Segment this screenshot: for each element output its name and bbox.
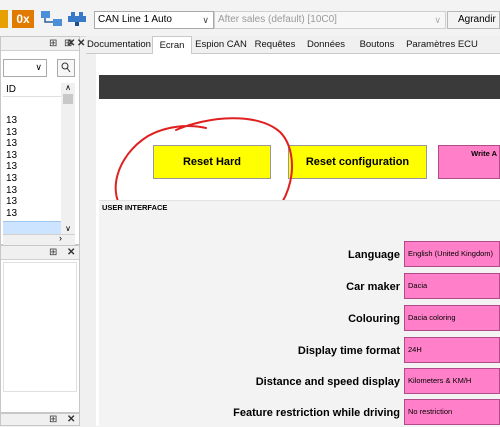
distance-speed-value-field[interactable]: Kilometers & KM/H [404, 368, 500, 394]
session-select[interactable]: After sales (default) [10C0] ∨ [214, 11, 446, 29]
tab-ecran[interactable]: Ecran [152, 36, 192, 54]
tab-espion-can[interactable]: Espion CAN [192, 36, 250, 54]
list-item[interactable]: 13 [3, 185, 61, 197]
car-maker-value-field[interactable]: Dacia [404, 273, 500, 299]
tab-parametres-ecu-label: Paramètres ECU [406, 39, 478, 50]
feature-restriction-value-field[interactable]: No restriction [404, 399, 500, 425]
tab-ecran-label: Ecran [159, 40, 185, 51]
setting-label-car-maker: Car maker [346, 281, 400, 293]
setting-label-feature-restriction: Feature restriction while driving [233, 407, 400, 419]
list-item[interactable]: 13 [3, 138, 61, 150]
setting-label-colouring: Colouring [348, 313, 400, 325]
search-icon[interactable] [57, 59, 75, 77]
output-panel-titlebar: ⊞ ✕ [1, 246, 79, 260]
folder-icon[interactable] [0, 10, 8, 28]
hex-icon-label: 0x [16, 12, 30, 26]
horizontal-scrollbar[interactable]: › [3, 233, 75, 245]
list-item[interactable]: 13 [3, 196, 61, 208]
filter-select[interactable]: ∨ [3, 59, 47, 77]
list-item[interactable]: 13 [3, 173, 61, 185]
chevron-down-icon: ∨ [202, 15, 209, 25]
id-column-header-label: ID [6, 84, 16, 95]
hex-icon[interactable]: 0x [12, 10, 34, 28]
language-value-field[interactable]: English (United Kingdom) [404, 241, 500, 267]
scroll-down-icon[interactable]: ∨ [61, 224, 75, 233]
bottom-panel-titlebar: ⊞ ✕ [0, 413, 80, 426]
tab-parametres-ecu[interactable]: Paramètres ECU [402, 36, 482, 54]
scrollbar-thumb[interactable] [63, 94, 73, 104]
list-item[interactable]: 13 [3, 161, 61, 173]
chevron-down-icon: ∨ [35, 62, 42, 72]
scroll-up-icon[interactable]: ∧ [61, 83, 75, 92]
output-panel: ⊞ ✕ [0, 245, 80, 413]
id-list: 13 13 13 13 13 13 13 13 13 [3, 115, 61, 219]
toolbar: 0x CAN Line 1 Auto ∨ After sales (defaul… [0, 0, 500, 37]
connector-icon[interactable] [66, 10, 88, 28]
tab-espion-can-label: Espion CAN [195, 39, 247, 50]
tab-bar: ⊞ ✕ Documentation Ecran Espion CAN Requê… [64, 36, 500, 54]
setting-label-language: Language [348, 249, 400, 261]
close-icon[interactable]: ✕ [67, 414, 75, 425]
close-icon[interactable]: ✕ [77, 38, 85, 49]
can-line-select[interactable]: CAN Line 1 Auto ∨ [94, 11, 214, 29]
tab-donnees-label: Données [306, 39, 346, 50]
float-icon[interactable]: ⊞ [49, 414, 57, 425]
list-item[interactable]: 13 [3, 150, 61, 162]
enlarge-button[interactable]: Agrandir [447, 11, 500, 29]
float-icon[interactable]: ⊞ [49, 37, 57, 50]
tab-requetes[interactable]: Requêtes [250, 36, 300, 54]
chevron-down-icon: ∨ [434, 15, 441, 25]
network-icon[interactable] [40, 10, 64, 28]
display-time-format-value-field[interactable]: 24H [404, 337, 500, 363]
scrollbar[interactable]: ∧ ∨ [61, 83, 75, 235]
close-icon[interactable]: ✕ [67, 246, 75, 259]
list-item[interactable]: 13 [3, 115, 61, 127]
tab-documentation[interactable]: Documentation [86, 36, 152, 54]
settings-list: Language English (United Kingdom) Car ma… [88, 54, 500, 426]
session-select-value: After sales (default) [10C0] [218, 14, 337, 25]
ecran-content: Reset Hard Reset configuration Write A U… [88, 54, 500, 427]
id-panel: ⊞ ✕ ∨ ID ∧ ∨ 13 13 13 13 13 13 13 13 13 › [0, 36, 80, 245]
enlarge-button-label: Agrandir [458, 14, 496, 25]
float-icon[interactable]: ⊞ [49, 246, 57, 259]
float-icon[interactable]: ⊞ [64, 38, 72, 49]
output-area [3, 262, 77, 392]
setting-label-display-time-format: Display time format [297, 345, 400, 357]
tab-boutons[interactable]: Boutons [352, 36, 402, 54]
scroll-right-icon[interactable]: › [59, 233, 62, 243]
can-line-select-value: CAN Line 1 Auto [98, 14, 172, 25]
list-item[interactable]: 13 [3, 127, 61, 139]
tab-boutons-label: Boutons [359, 39, 395, 50]
colouring-value-field[interactable]: Dacia coloring [404, 305, 500, 331]
list-item[interactable]: 13 [3, 208, 61, 220]
tab-donnees[interactable]: Données [300, 36, 352, 54]
tab-requetes-label: Requêtes [254, 39, 296, 50]
setting-label-distance-speed: Distance and speed display [255, 376, 400, 388]
tab-documentation-label: Documentation [87, 39, 151, 50]
